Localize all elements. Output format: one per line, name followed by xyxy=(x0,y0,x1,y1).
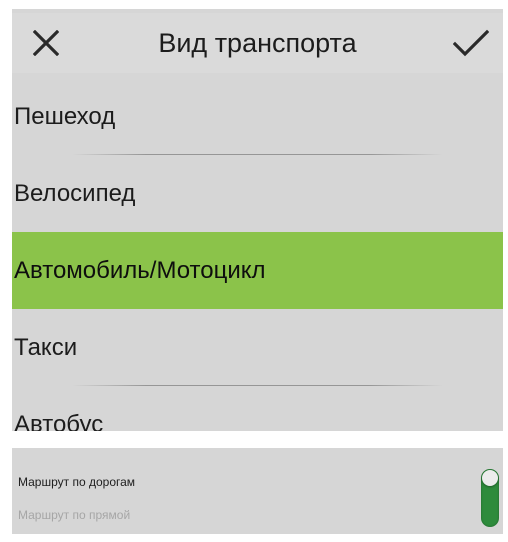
check-icon xyxy=(453,29,489,57)
route-straight-label: Маршрут по прямой xyxy=(18,508,131,522)
dialog-title: Вид транспорта xyxy=(158,27,357,58)
transport-option-label: Автомобиль/Мотоцикл xyxy=(14,256,266,284)
route-mode-panel: Маршрут по дорогам Маршрут по прямой xyxy=(12,448,503,534)
transport-option-label: Велосипед xyxy=(14,179,136,207)
transport-option-bus[interactable]: Автобус xyxy=(12,386,503,432)
transport-option-label: Такси xyxy=(14,333,78,361)
transport-option-taxi[interactable]: Такси xyxy=(12,309,503,386)
close-button[interactable] xyxy=(16,13,76,73)
transport-option-bicycle[interactable]: Велосипед xyxy=(12,155,503,232)
switch-knob[interactable] xyxy=(482,470,498,486)
transport-option-pedestrian[interactable]: Пешеход xyxy=(12,78,503,155)
transport-dialog: Вид транспорта Пешеход Велосипед Автомоб… xyxy=(12,9,503,431)
transport-list: Пешеход Велосипед Автомобиль/Мотоцикл Та… xyxy=(12,78,503,431)
close-icon xyxy=(33,30,59,56)
route-by-roads-label: Маршрут по дорогам xyxy=(18,475,136,489)
confirm-button[interactable] xyxy=(441,13,501,73)
transport-option-label: Автобус xyxy=(14,410,104,432)
transport-option-car-motorcycle[interactable]: Автомобиль/Мотоцикл xyxy=(12,232,503,309)
route-mode-switch[interactable] xyxy=(481,469,499,527)
dialog-header: Вид транспорта xyxy=(12,13,503,73)
transport-option-label: Пешеход xyxy=(14,102,116,130)
